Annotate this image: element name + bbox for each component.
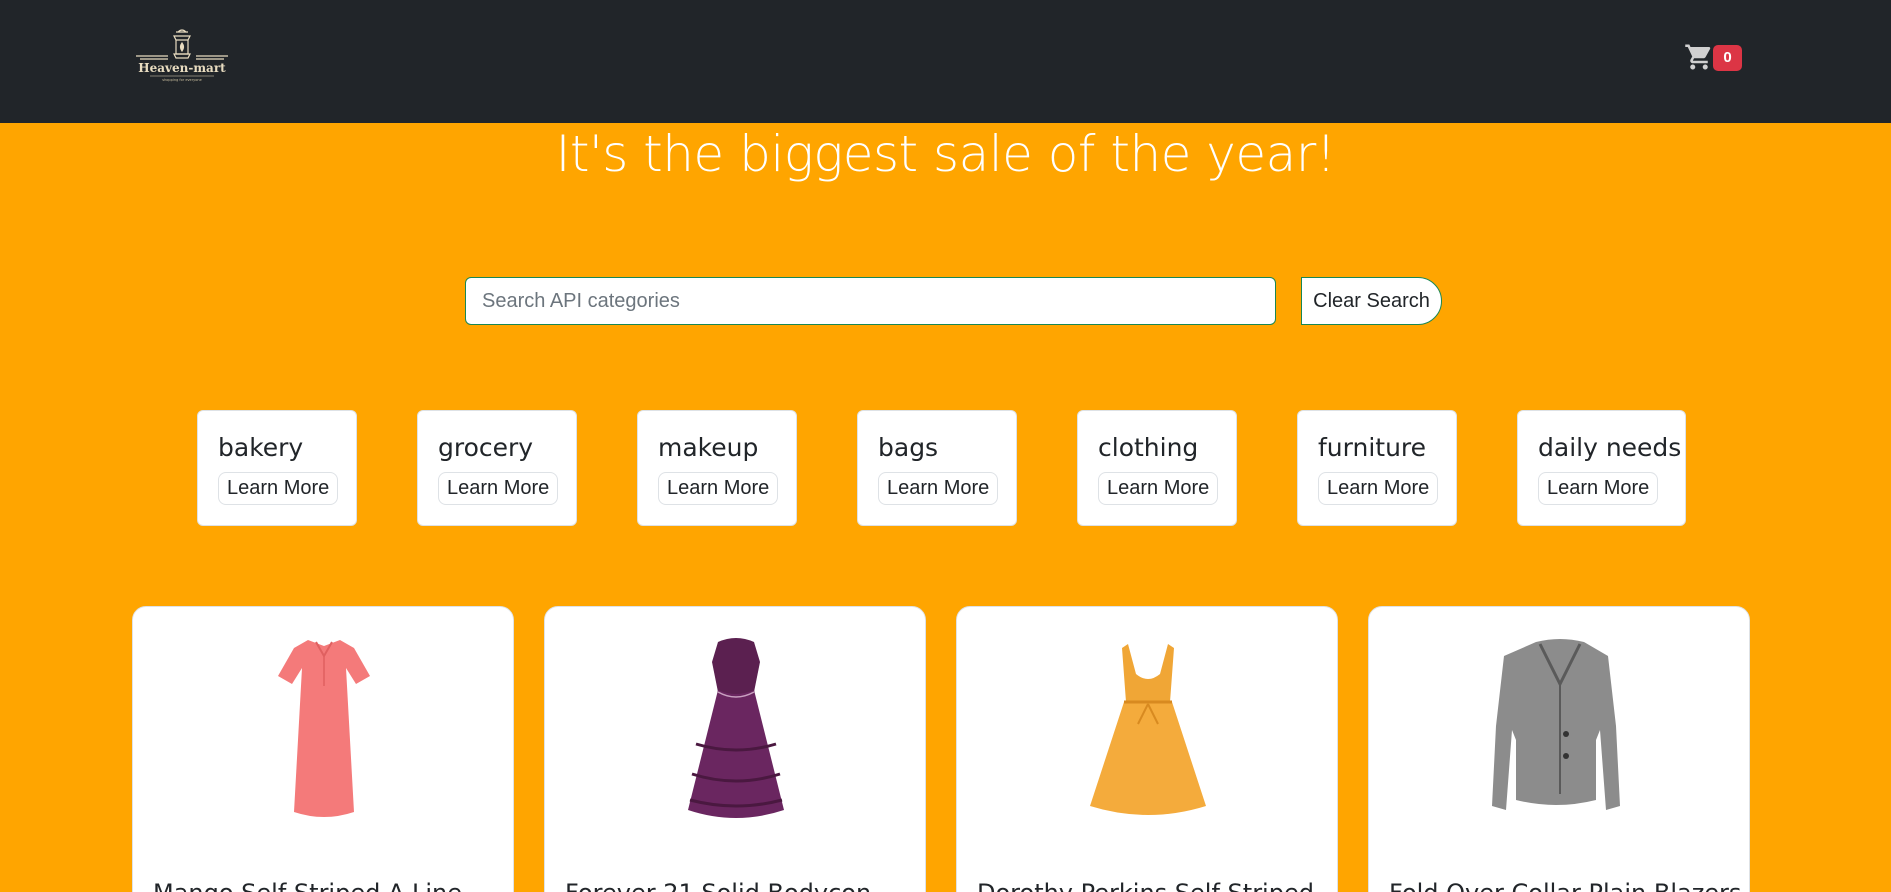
clear-search-button[interactable]: Clear Search	[1301, 277, 1442, 325]
category-card-clothing: clothing Learn More	[1077, 410, 1237, 526]
search-input[interactable]	[465, 277, 1276, 325]
product-card[interactable]: Fold Over Collar Plain Blazers	[1368, 606, 1750, 892]
category-title: daily needs	[1538, 433, 1682, 462]
product-card[interactable]: Mango Self Striped A Line	[132, 606, 514, 892]
pink-dress-image	[203, 629, 445, 829]
product-title: Fold Over Collar Plain Blazers	[1389, 879, 1741, 892]
category-title: clothing	[1098, 433, 1199, 462]
category-card-grocery: grocery Learn More	[417, 410, 577, 526]
learn-more-button[interactable]: Learn More	[218, 472, 339, 505]
category-title: makeup	[658, 433, 759, 462]
brand-tagline: shopping for everyone	[162, 78, 201, 82]
cart-count-badge: 0	[1713, 45, 1742, 71]
lantern-logo-icon: Heaven-mart shopping for everyone	[136, 29, 228, 82]
navbar: Heaven-mart shopping for everyone 0	[0, 0, 1891, 123]
category-card-bags: bags Learn More	[857, 410, 1017, 526]
hero-title: It's the biggest sale of the year!	[555, 125, 1336, 183]
category-title: furniture	[1318, 433, 1427, 462]
cart-icon	[1685, 44, 1711, 70]
learn-more-button[interactable]: Learn More	[438, 472, 559, 505]
cart-button[interactable]: 0	[1684, 42, 1744, 72]
product-title: Dorothy Perkins Self Striped	[977, 879, 1314, 892]
brand-logo[interactable]: Heaven-mart shopping for everyone	[130, 28, 234, 84]
category-card-furniture: furniture Learn More	[1297, 410, 1457, 526]
category-card-makeup: makeup Learn More	[637, 410, 797, 526]
learn-more-button[interactable]: Learn More	[878, 472, 999, 505]
learn-more-button[interactable]: Learn More	[1098, 472, 1219, 505]
product-card[interactable]: Forever 21 Solid Bodycon	[544, 606, 926, 892]
category-title: grocery	[438, 433, 534, 462]
product-title: Mango Self Striped A Line	[153, 879, 462, 892]
purple-gown-image	[615, 629, 857, 829]
learn-more-button[interactable]: Learn More	[1538, 472, 1659, 505]
category-title: bags	[878, 433, 939, 462]
brand-name: Heaven-mart	[138, 61, 226, 75]
category-title: bakery	[218, 433, 304, 462]
grey-blazer-image	[1439, 629, 1681, 829]
yellow-dress-image	[1027, 629, 1269, 829]
learn-more-button[interactable]: Learn More	[658, 472, 779, 505]
product-title: Forever 21 Solid Bodycon	[565, 879, 871, 892]
category-card-daily-needs: daily needs Learn More	[1517, 410, 1686, 526]
product-card[interactable]: Dorothy Perkins Self Striped	[956, 606, 1338, 892]
learn-more-button[interactable]: Learn More	[1318, 472, 1439, 505]
category-card-bakery: bakery Learn More	[197, 410, 357, 526]
